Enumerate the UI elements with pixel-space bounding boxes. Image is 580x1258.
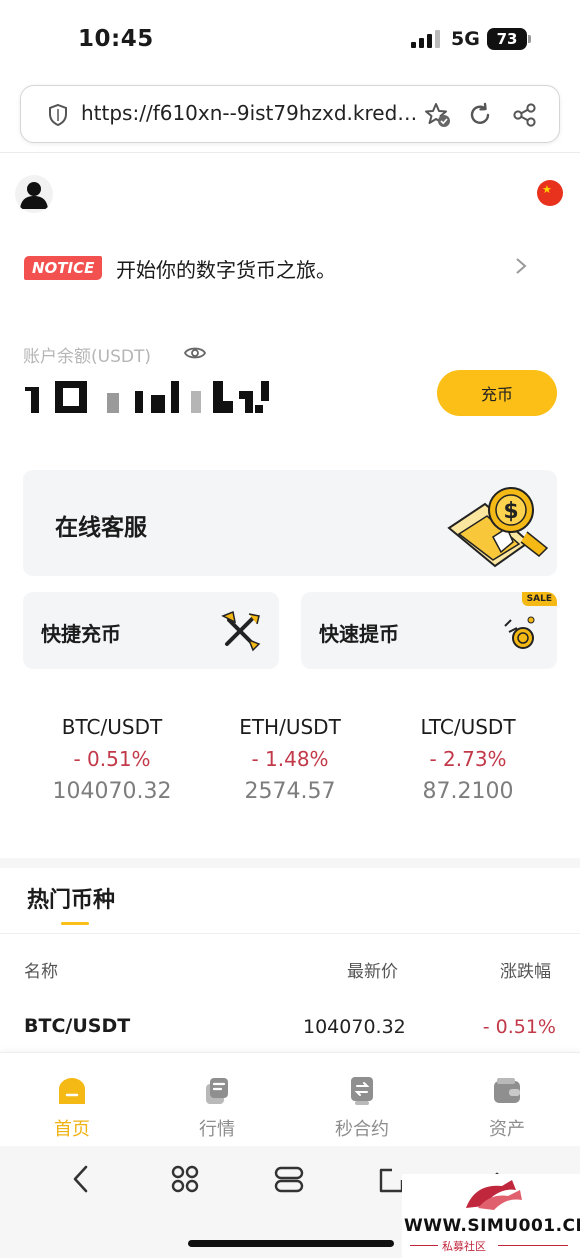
home-indicator <box>188 1240 394 1247</box>
bookmark-star-icon[interactable] <box>423 101 451 129</box>
ticker-ltc[interactable]: LTC/USDT - 2.73% 87.2100 <box>378 715 558 804</box>
ticker-eth[interactable]: ETH/USDT - 1.48% 2574.57 <box>200 715 380 804</box>
column-header-name: 名称 <box>24 962 58 982</box>
nav-assets-label: 资产 <box>489 1119 525 1140</box>
notice-bar[interactable]: NOTICE 开始你的数字货币之旅。 <box>24 248 534 288</box>
apps-icon[interactable] <box>168 1162 202 1196</box>
hot-coins-tab[interactable]: 热门币种 <box>27 882 115 914</box>
header-divider <box>0 152 580 153</box>
watermark-sub: 私募社区 <box>442 1240 486 1253</box>
coin-withdraw-icon <box>504 616 535 649</box>
back-icon[interactable] <box>64 1162 98 1196</box>
status-bar: 10:45 5G 73 <box>0 0 580 78</box>
balance-value-redacted <box>25 381 269 413</box>
notice-text: 开始你的数字货币之旅。 <box>116 258 336 282</box>
balance-label: 账户余额(USDT) <box>23 347 151 367</box>
online-service-card[interactable]: 在线客服 $ <box>23 470 557 576</box>
ticker-pair: ETH/USDT <box>239 715 341 739</box>
column-header-price: 最新价 <box>347 962 398 982</box>
avatar[interactable] <box>15 175 53 213</box>
svg-text:$: $ <box>503 499 518 524</box>
user-icon <box>20 182 48 209</box>
quick-withdraw-card[interactable]: 快速提币 SALE <box>301 592 557 669</box>
ticker-change: - 0.51% <box>73 747 151 771</box>
app-bottom-nav: 首页 行情 秒合约 资产 <box>0 1052 580 1146</box>
online-service-title: 在线客服 <box>55 515 147 541</box>
share-icon[interactable] <box>511 101 539 129</box>
sale-badge: SALE <box>521 592 557 606</box>
quick-recharge-card[interactable]: 快捷充币 <box>23 592 279 669</box>
nav-market-label: 行情 <box>199 1119 235 1140</box>
quick-withdraw-title: 快速提币 <box>319 622 399 646</box>
quick-recharge-title: 快捷充币 <box>41 622 121 646</box>
row-pair: BTC/USDT <box>24 1015 131 1037</box>
chevron-right-icon <box>516 258 527 274</box>
ticker-pair: BTC/USDT <box>61 715 163 739</box>
coin-support-icon: $ <box>447 487 549 568</box>
watermark-url: WWW.SIMU001.CN <box>404 1216 580 1236</box>
china-flag-icon[interactable]: ★ <box>537 180 563 206</box>
reload-icon[interactable] <box>466 101 494 129</box>
ticker-change: - 2.73% <box>429 747 507 771</box>
notice-tag: NOTICE <box>24 256 103 280</box>
nav-contract-label: 秒合约 <box>335 1119 389 1140</box>
table-divider <box>0 933 580 934</box>
watermark-rule-left <box>410 1245 438 1246</box>
ticker-btc[interactable]: BTC/USDT - 0.51% 104070.32 <box>22 715 202 804</box>
nav-contract[interactable]: 秒合约 <box>302 1053 422 1147</box>
column-header-change: 涨跌幅 <box>500 962 551 982</box>
pickaxe-icon <box>221 610 261 652</box>
eye-icon[interactable] <box>183 344 207 362</box>
tabs-icon[interactable] <box>272 1162 306 1196</box>
nav-home-label: 首页 <box>54 1119 90 1140</box>
nav-home[interactable]: 首页 <box>12 1053 132 1147</box>
recharge-button[interactable]: 充币 <box>437 370 557 416</box>
home-icon <box>59 1078 85 1104</box>
watermark-rule-right <box>498 1245 568 1246</box>
nav-market[interactable]: 行情 <box>157 1053 277 1147</box>
network-label: 5G <box>451 28 480 50</box>
shield-icon <box>49 103 67 127</box>
watermark: WWW.SIMU001.CN 私募社区 <box>402 1174 580 1258</box>
section-divider <box>0 858 580 868</box>
signal-icon <box>411 30 441 48</box>
ticker-price: 87.2100 <box>422 779 514 804</box>
ticker-change: - 1.48% <box>251 747 329 771</box>
nav-assets[interactable]: 资产 <box>447 1053 567 1147</box>
ticker-price: 2574.57 <box>244 779 336 804</box>
battery-icon: 73 <box>487 28 531 50</box>
row-price: 104070.32 <box>303 1016 406 1038</box>
url-text[interactable]: https://f610xn--9ist79hzxd.kreda... <box>81 101 421 125</box>
contract-icon <box>351 1077 373 1105</box>
ticker-pair: LTC/USDT <box>420 715 516 739</box>
wallet-icon <box>494 1078 520 1103</box>
browser-address-bar[interactable]: https://f610xn--9ist79hzxd.kreda... <box>20 85 560 143</box>
status-time: 10:45 <box>78 26 154 52</box>
ticker-price: 104070.32 <box>52 779 172 804</box>
market-icon <box>206 1078 228 1104</box>
watermark-logo <box>466 1180 522 1210</box>
row-change: - 0.51% <box>482 1016 556 1038</box>
active-tab-indicator <box>61 922 89 925</box>
